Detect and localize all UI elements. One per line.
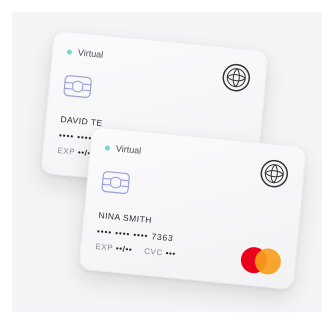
status-dot-icon [104,144,111,151]
card-holder-name: DAVID TE [60,114,104,129]
mastercard-logo [239,245,283,276]
card-number: •••• •••• [58,129,93,144]
ornamental-emblem-icon [260,159,289,188]
card-type-label: Virtual [115,143,142,156]
chip-icon [101,171,130,194]
card-meta: EXP ••/•• CVC ••• [95,242,176,259]
cvc-value: ••• [165,248,177,259]
card-meta: EXP ••/• [57,146,91,158]
card-type-label: Virtual [77,47,104,60]
card-number: •••• •••• •••• 7363 [96,225,174,244]
virtual-card-front[interactable]: Virtual NINA SMITH •••• •••• •••• 7363 E… [78,126,308,291]
status-dot-icon [66,48,73,55]
exp-label: EXP [57,145,76,157]
stage: Virtual DAVID TE •••• •••• EXP ••/• Virt… [0,0,334,324]
ornamental-emblem-icon [222,63,251,92]
exp-value: ••/•• [115,243,133,255]
exp-label: EXP [95,241,114,253]
card-holder-name: NINA SMITH [98,210,153,226]
virtual-badge: Virtual [104,142,142,156]
chip-icon [63,75,92,98]
virtual-badge: Virtual [66,46,104,60]
cvc-label: CVC [143,246,164,258]
